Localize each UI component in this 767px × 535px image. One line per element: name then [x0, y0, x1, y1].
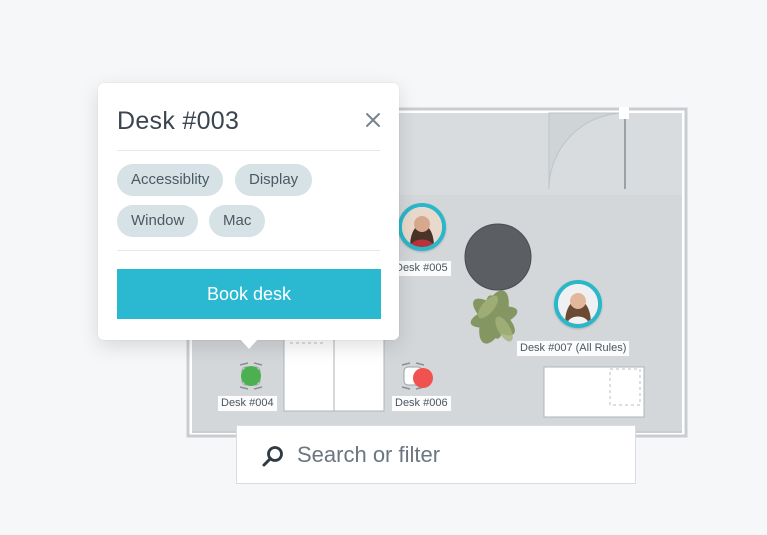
- divider: [117, 250, 380, 251]
- search-bar: [236, 425, 636, 484]
- search-input[interactable]: [297, 436, 617, 474]
- popup-title: Desk #003: [117, 107, 240, 135]
- desk-popup: Desk #003 Accessiblity Display Window Ma…: [98, 83, 399, 340]
- tag-accessibility[interactable]: Accessiblity: [117, 164, 224, 196]
- close-icon[interactable]: [362, 109, 384, 131]
- book-desk-button[interactable]: Book desk: [117, 269, 381, 319]
- person-icon: [402, 207, 442, 247]
- avatar-desk-007[interactable]: [554, 280, 602, 328]
- desk-label: Desk #006: [391, 395, 452, 412]
- desk-label: Desk #004: [217, 395, 278, 412]
- tag-mac[interactable]: Mac: [209, 205, 266, 237]
- tag-window[interactable]: Window: [117, 205, 199, 237]
- popup-pointer: [239, 338, 259, 349]
- desk-label: Desk #007 (All Rules): [516, 340, 631, 357]
- person-icon: [558, 284, 598, 324]
- avatar-desk-005[interactable]: [398, 203, 446, 251]
- status-dot-unavailable[interactable]: [413, 368, 433, 388]
- divider: [117, 150, 380, 151]
- status-dot-available[interactable]: [241, 366, 261, 386]
- desk-label: Desk #005: [391, 260, 452, 277]
- tag-display[interactable]: Display: [235, 164, 313, 196]
- search-icon: [262, 446, 283, 467]
